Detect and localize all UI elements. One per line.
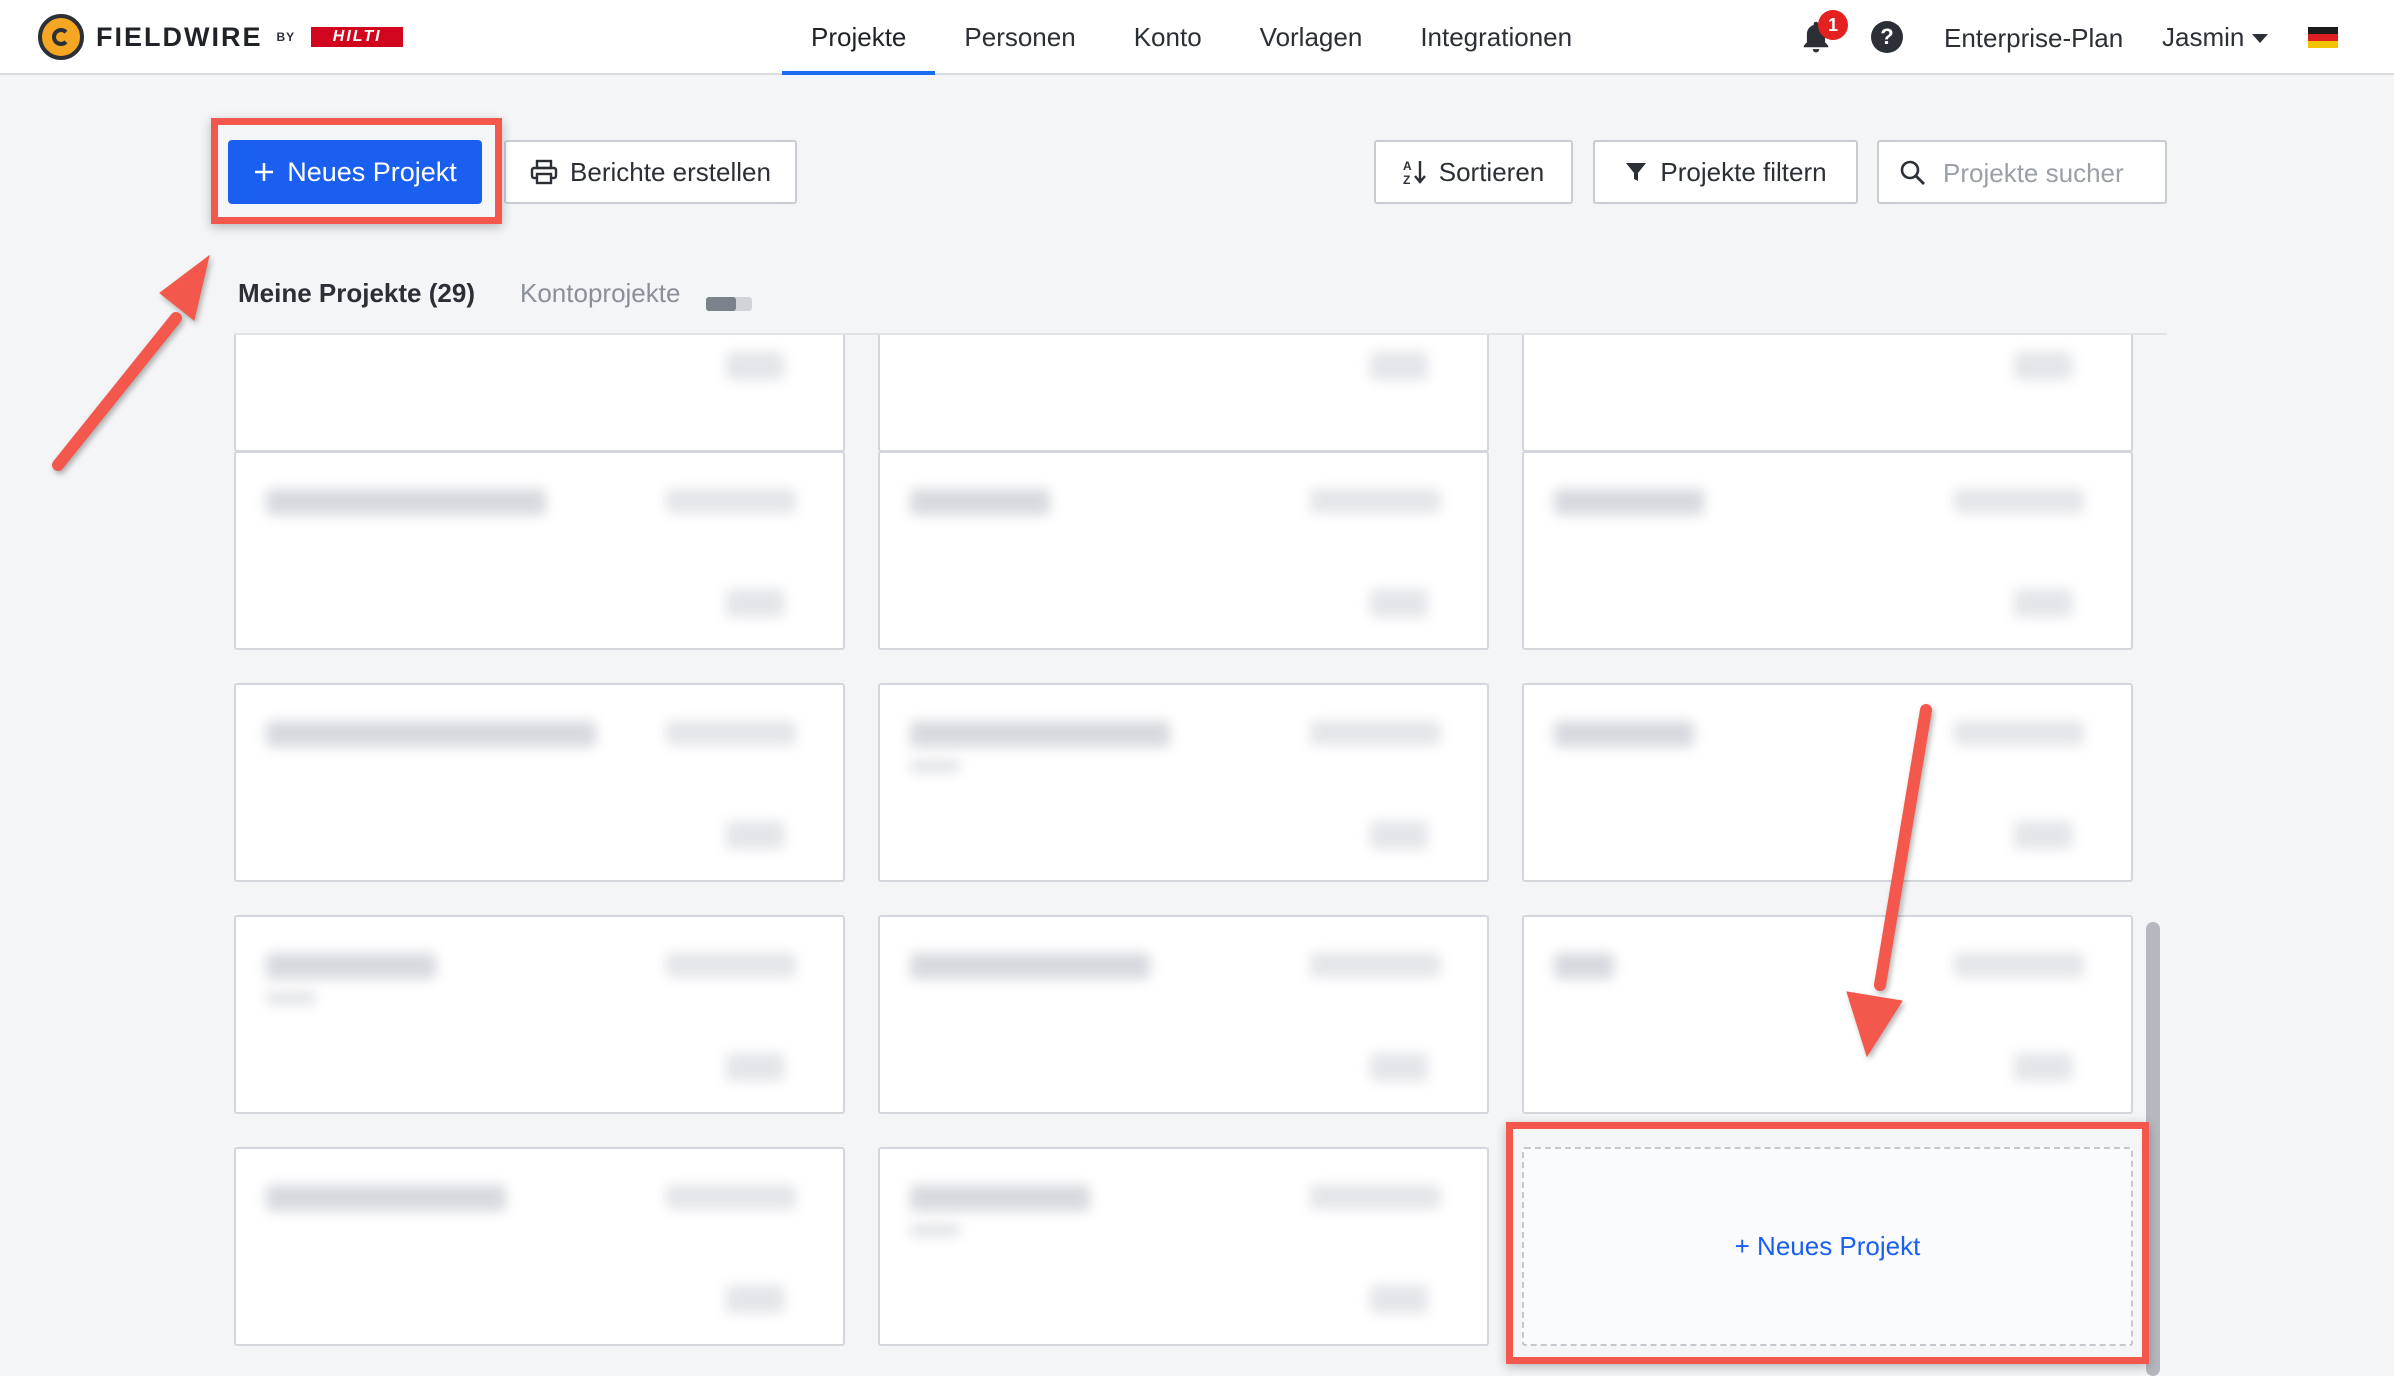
arrow-to-button bbox=[52, 312, 182, 471]
arrow-to-button-head bbox=[159, 254, 210, 321]
arrow-to-card-head bbox=[1846, 991, 1903, 1058]
annotation-arrows bbox=[52, 254, 1932, 1058]
arrow-to-card bbox=[1874, 704, 1932, 991]
